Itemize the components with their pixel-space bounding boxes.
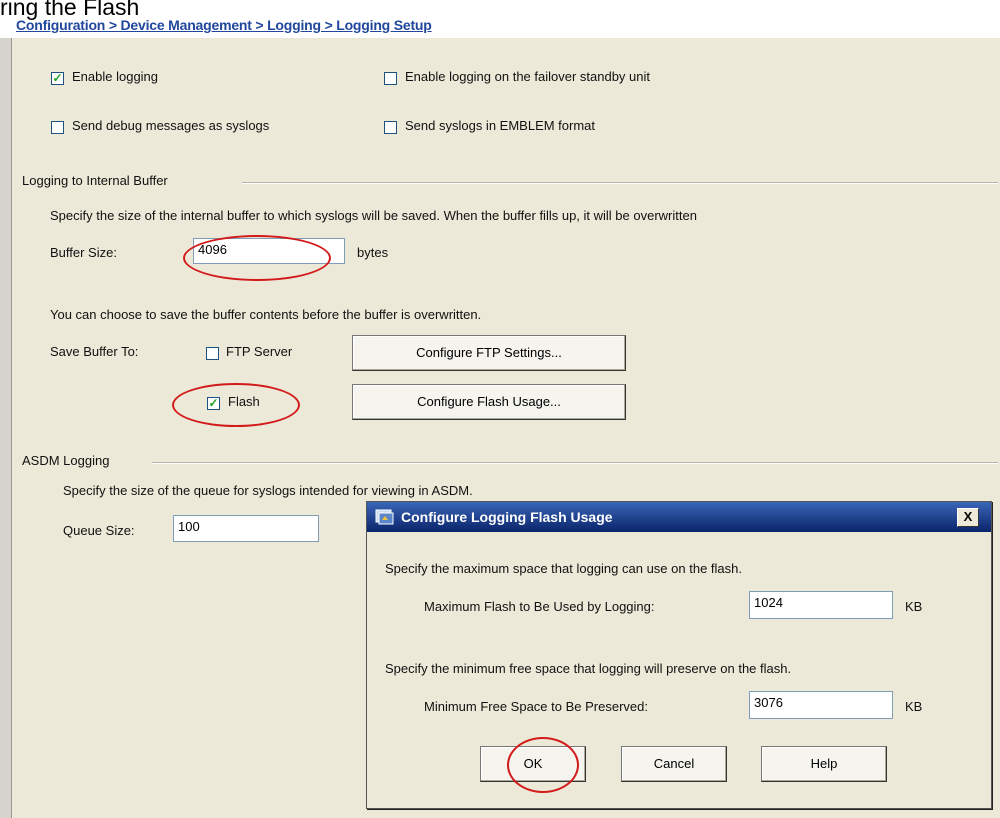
internal-buffer-description: Specify the size of the internal buffer … bbox=[50, 208, 697, 223]
min-free-space-label: Minimum Free Space to Be Preserved: bbox=[424, 699, 648, 714]
max-flash-input[interactable]: 1024 bbox=[749, 591, 893, 619]
breadcrumb[interactable]: Configuration > Device Management > Logg… bbox=[16, 17, 432, 33]
ftp-server-checkbox[interactable] bbox=[206, 347, 219, 360]
queue-size-input[interactable]: 100 bbox=[173, 515, 319, 542]
cancel-button[interactable]: Cancel bbox=[621, 746, 727, 782]
send-debug-label: Send debug messages as syslogs bbox=[72, 118, 270, 133]
send-emblem-label: Send syslogs in EMBLEM format bbox=[405, 118, 596, 133]
send-emblem-checkbox[interactable] bbox=[384, 121, 397, 134]
asdm-group-title: ASDM Logging bbox=[22, 453, 110, 468]
internal-buffer-group-title: Logging to Internal Buffer bbox=[22, 173, 168, 188]
min-space-note: Specify the minimum free space that logg… bbox=[385, 661, 792, 676]
asdm-description: Specify the size of the queue for syslog… bbox=[63, 483, 473, 498]
ftp-server-label: FTP Server bbox=[226, 344, 293, 359]
close-button[interactable]: X bbox=[957, 508, 979, 527]
enable-failover-checkbox[interactable] bbox=[384, 72, 397, 85]
enable-failover-label: Enable logging on the failover standby u… bbox=[405, 69, 651, 84]
buffer-size-label: Buffer Size: bbox=[50, 245, 117, 260]
left-edge bbox=[0, 38, 11, 818]
configure-ftp-settings-button[interactable]: Configure FTP Settings... bbox=[352, 335, 626, 371]
save-buffer-to-label: Save Buffer To: bbox=[50, 344, 139, 359]
help-button[interactable]: Help bbox=[761, 746, 887, 782]
configure-flash-usage-button[interactable]: Configure Flash Usage... bbox=[352, 384, 626, 420]
enable-logging-label: Enable logging bbox=[72, 69, 159, 84]
buffer-size-unit: bytes bbox=[357, 245, 389, 260]
group-divider bbox=[242, 182, 998, 184]
min-free-space-unit: KB bbox=[905, 699, 923, 714]
configure-logging-flash-usage-dialog: Configure Logging Flash Usage X Specify … bbox=[366, 501, 992, 809]
dialog-title: Configure Logging Flash Usage bbox=[401, 509, 613, 525]
highlight-circle bbox=[172, 383, 300, 427]
close-icon: X bbox=[963, 509, 973, 524]
highlight-circle bbox=[183, 235, 331, 281]
highlight-circle bbox=[507, 737, 579, 793]
max-flash-label: Maximum Flash to Be Used by Logging: bbox=[424, 599, 655, 614]
application-icon bbox=[375, 509, 394, 525]
min-free-space-input[interactable]: 3076 bbox=[749, 691, 893, 719]
max-flash-unit: KB bbox=[905, 599, 923, 614]
queue-size-label: Queue Size: bbox=[63, 523, 135, 538]
send-debug-checkbox[interactable] bbox=[51, 121, 64, 134]
enable-logging-checkbox[interactable] bbox=[51, 72, 64, 85]
save-buffer-note: You can choose to save the buffer conten… bbox=[50, 307, 482, 322]
max-space-note: Specify the maximum space that logging c… bbox=[385, 561, 742, 576]
group-divider bbox=[152, 462, 998, 464]
